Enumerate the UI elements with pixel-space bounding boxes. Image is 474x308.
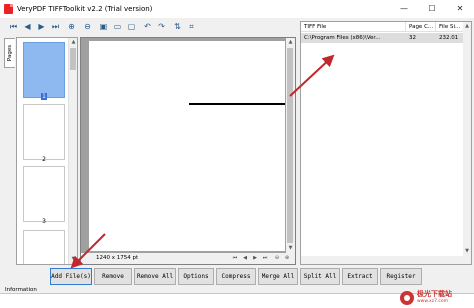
previous-page-icon[interactable]: ◀ bbox=[22, 21, 33, 32]
page-number-1: 1 bbox=[41, 93, 47, 100]
file-list-header: TIFF File Page C... File Si... bbox=[301, 22, 471, 32]
zoom-out-icon[interactable]: ⊖ bbox=[273, 254, 281, 262]
viewer-scrollbar[interactable]: ▲ ▼ bbox=[286, 38, 295, 253]
previous-page-icon[interactable]: ◀ bbox=[241, 254, 249, 262]
pages-tab-label: Pages bbox=[7, 44, 13, 62]
next-page-icon[interactable]: ▶ bbox=[251, 254, 259, 262]
site-watermark: 极光下载站 www.xz7.com bbox=[400, 288, 470, 308]
page-number-3: 3 bbox=[42, 218, 46, 225]
zoom-out-icon[interactable]: ⊖ bbox=[82, 21, 93, 32]
extract-button[interactable]: Extract bbox=[342, 268, 378, 285]
watermark-text: 极光下载站 bbox=[417, 290, 452, 298]
pages-tab[interactable]: Pages bbox=[4, 38, 15, 68]
remove-button[interactable]: Remove bbox=[94, 268, 132, 285]
title-bar: VeryPDF TIFFToolkit v2.2 (Trial version)… bbox=[0, 0, 474, 18]
file-list-hscrollbar[interactable] bbox=[301, 256, 465, 264]
next-page-icon[interactable]: ▶ bbox=[36, 21, 47, 32]
page-dimensions: 1240 x 1754 pt bbox=[96, 255, 139, 261]
register-button[interactable]: Register bbox=[380, 268, 422, 285]
close-button[interactable]: ✕ bbox=[446, 0, 474, 18]
page-count: 32 bbox=[409, 35, 416, 41]
remove-all-button[interactable]: Remove All bbox=[134, 268, 176, 285]
page-thumbnail-1[interactable] bbox=[23, 42, 65, 98]
page-thumbnail-4[interactable] bbox=[23, 230, 65, 264]
file-list-scrollbar[interactable]: ▲ ▼ bbox=[463, 22, 471, 264]
rotate-right-icon[interactable]: ↷ bbox=[156, 21, 167, 32]
scroll-down-icon[interactable]: ▼ bbox=[463, 247, 471, 256]
thumbnail-panel: 1 2 3 ▲ ▼ bbox=[16, 37, 78, 265]
scroll-up-icon[interactable]: ▲ bbox=[463, 22, 471, 31]
page-thumbnail-3[interactable] bbox=[23, 166, 65, 222]
window-title: VeryPDF TIFFToolkit v2.2 (Trial version) bbox=[17, 5, 153, 13]
minimize-button[interactable]: — bbox=[390, 0, 418, 18]
fit-page-icon[interactable]: ▣ bbox=[98, 21, 109, 32]
file-size: 232.01 bbox=[439, 35, 459, 41]
file-list[interactable]: TIFF File Page C... File Si... C:\Progra… bbox=[300, 21, 472, 265]
scroll-down-icon[interactable]: ▼ bbox=[286, 244, 295, 253]
last-page-icon[interactable]: ⏭ bbox=[50, 21, 61, 32]
app-pdf-icon bbox=[4, 4, 13, 14]
page-number-2: 2 bbox=[42, 156, 46, 163]
flip-icon[interactable]: ⇅ bbox=[172, 21, 183, 32]
rotate-left-icon[interactable]: ↶ bbox=[142, 21, 153, 32]
thumbnail-scrollbar[interactable]: ▲ ▼ bbox=[68, 38, 77, 264]
file-list-row[interactable]: C:\Program Files (x86)\Ver... 32 232.01 bbox=[301, 33, 471, 43]
page-canvas bbox=[89, 41, 285, 251]
fit-width-icon[interactable]: ▭ bbox=[112, 21, 123, 32]
column-header-size[interactable]: File Si... bbox=[436, 22, 465, 32]
file-path: C:\Program Files (x86)\Ver... bbox=[304, 35, 381, 41]
maximize-button[interactable]: ☐ bbox=[418, 0, 446, 18]
zoom-in-icon[interactable]: ⊕ bbox=[283, 254, 291, 262]
page-thumbnail-2[interactable] bbox=[23, 104, 65, 160]
options-button[interactable]: Options bbox=[178, 268, 214, 285]
scrollbar-thumb[interactable] bbox=[70, 48, 76, 70]
page-content-line bbox=[189, 103, 285, 105]
zoom-in-icon[interactable]: ⊕ bbox=[66, 21, 77, 32]
watermark-logo-icon bbox=[400, 291, 414, 305]
scroll-up-icon[interactable]: ▲ bbox=[69, 38, 77, 47]
first-page-icon[interactable]: ⏮ bbox=[8, 21, 19, 32]
split-all-button[interactable]: Split All bbox=[300, 268, 340, 285]
first-page-icon[interactable]: ⏮ bbox=[231, 254, 239, 262]
scrollbar-thumb[interactable] bbox=[287, 48, 293, 243]
actual-size-icon[interactable]: ▢ bbox=[126, 21, 137, 32]
watermark-url: www.xz7.com bbox=[417, 299, 448, 304]
merge-all-button[interactable]: Merge All bbox=[258, 268, 298, 285]
last-page-icon[interactable]: ⏭ bbox=[261, 254, 269, 262]
column-header-file[interactable]: TIFF File bbox=[301, 22, 406, 32]
scroll-up-icon[interactable]: ▲ bbox=[286, 38, 295, 47]
viewer-status-bar: 1240 x 1754 pt ⏮ ◀ ▶ ⏭ ⊖ ⊕ bbox=[81, 253, 295, 264]
crop-icon[interactable]: ⌗ bbox=[186, 21, 197, 32]
add-files-button[interactable]: Add File(s) bbox=[50, 268, 92, 285]
scroll-down-icon[interactable]: ▼ bbox=[69, 255, 77, 264]
column-header-pages[interactable]: Page C... bbox=[406, 22, 436, 32]
action-button-row: Add File(s) Remove Remove All Options Co… bbox=[0, 266, 474, 286]
compress-button[interactable]: Compress bbox=[216, 268, 256, 285]
document-viewer: ▲ ▼ 1240 x 1754 pt ⏮ ◀ ▶ ⏭ ⊖ ⊕ bbox=[80, 37, 296, 265]
